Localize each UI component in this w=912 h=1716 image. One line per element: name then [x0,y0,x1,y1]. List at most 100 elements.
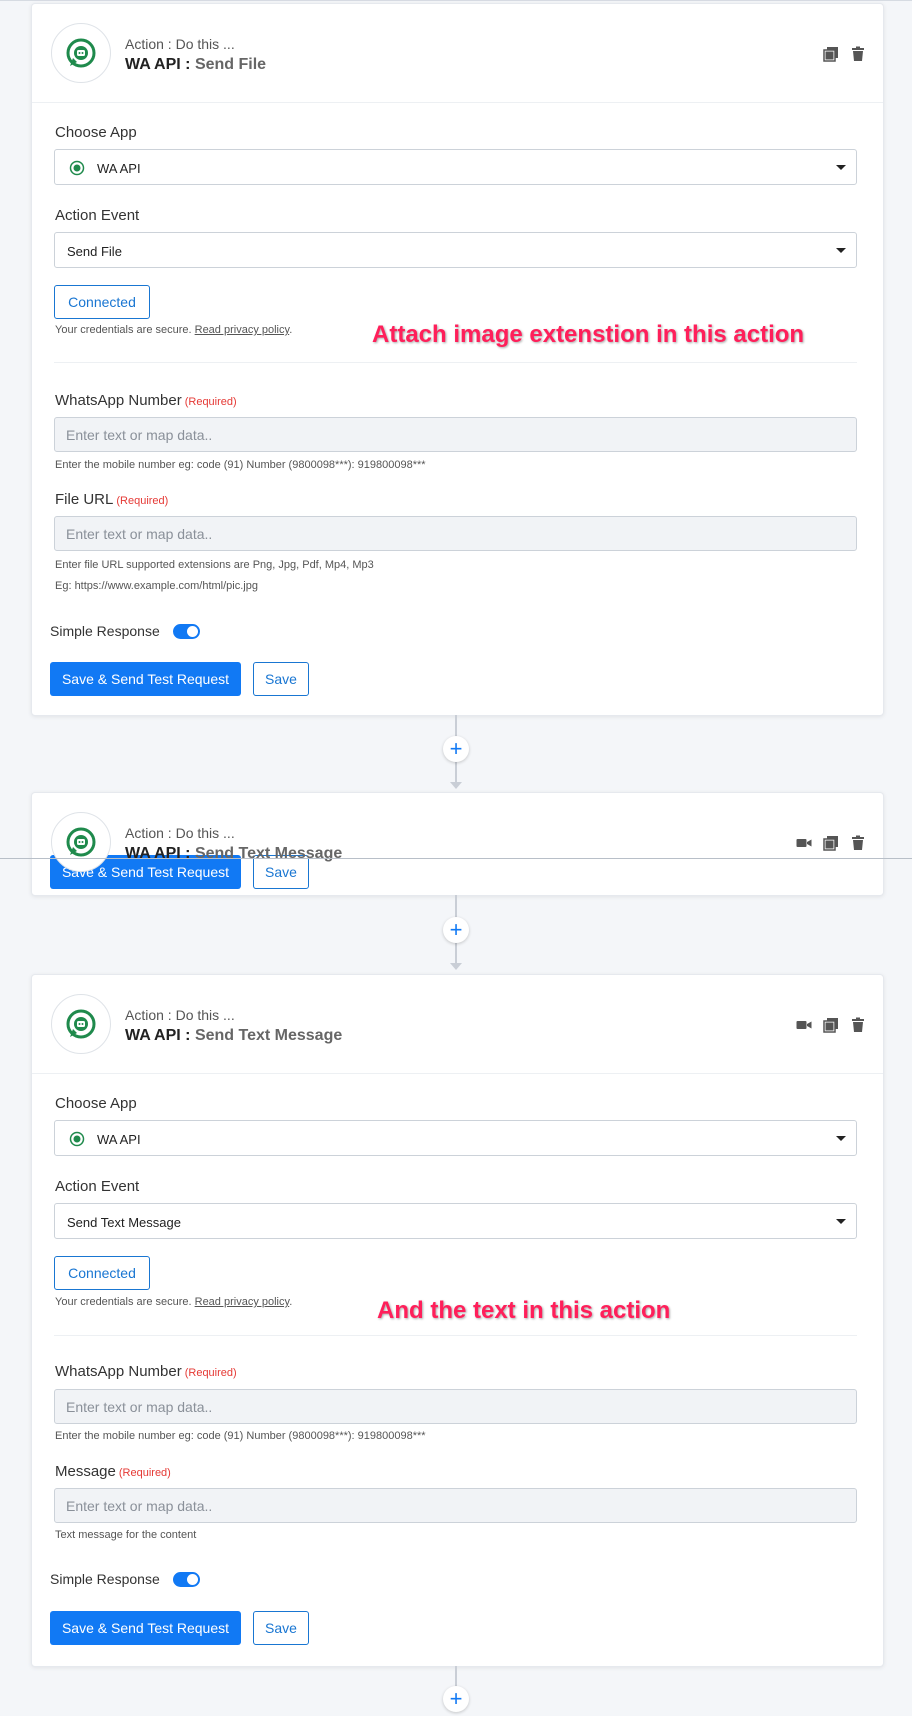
card-title: WA API : Send Text Message [125,1027,342,1045]
video-icon[interactable] [796,1017,812,1033]
message-label: Message (Required) [55,1463,171,1480]
whatsapp-number-input[interactable]: Enter text or map data.. [54,1389,857,1424]
whatsapp-bot-icon [51,812,111,872]
trash-icon[interactable] [850,46,866,62]
whatsapp-number-help: Enter the mobile number eg: code (91) Nu… [55,1430,426,1442]
whatsapp-mini-icon [69,160,85,176]
secure-note: Your credentials are secure. Read privac… [55,324,292,336]
file-url-label: File URL (Required) [55,491,168,508]
simple-response-toggle[interactable] [173,1572,200,1587]
required-tag: (Required) [116,495,169,507]
choose-app-label: Choose App [55,1095,137,1112]
action-event-select[interactable]: Send Text Message [54,1203,857,1239]
secure-text: Your credentials are secure. [55,1296,192,1308]
file-url-help: Enter file URL supported extensions are … [55,559,374,571]
annotation-image-extension: Attach image extenstion in this action [372,321,805,348]
action-event-value: Send Text Message [67,1215,181,1230]
card-actions [796,1017,866,1033]
arrow-down-icon [450,963,462,970]
copy-icon[interactable] [823,46,839,62]
event-name: Send Text Message [194,845,343,862]
whatsapp-number-input[interactable]: Enter text or map data.. [54,417,857,452]
card-header[interactable]: Action : Do this ... WA API : Send Text … [32,793,883,891]
choose-app-select[interactable]: WA API [54,1120,857,1156]
card-title: WA API : Send File [125,56,266,74]
event-name: Send File [194,56,267,73]
message-label-text: Message [55,1463,116,1480]
file-url-label-text: File URL [55,491,114,508]
message-placeholder: Enter text or map data.. [66,1498,213,1514]
action-card-send-text-collapsed: Save & Send Test Request Save Action : D… [31,792,884,896]
add-step-button[interactable]: + [443,917,469,943]
action-event-select[interactable]: Send File [54,232,857,268]
secure-text: Your credentials are secure. [55,324,192,336]
whatsapp-number-label-text: WhatsApp Number [55,392,182,409]
action-event-label: Action Event [55,207,140,224]
choose-app-value: WA API [97,1132,141,1147]
copy-icon[interactable] [823,835,839,851]
card-subtitle: Action : Do this ... [125,36,235,52]
chevron-down-icon [836,165,846,170]
card-header[interactable]: Action : Do this ... WA API : Send Text … [32,975,883,1074]
save-send-test-button[interactable]: Save & Send Test Request [50,1611,241,1645]
app-name: WA API : [125,845,191,862]
choose-app-value: WA API [97,161,141,176]
save-button[interactable]: Save [253,1611,309,1645]
whatsapp-number-help: Enter the mobile number eg: code (91) Nu… [55,459,426,471]
file-url-example: Eg: https://www.example.com/html/pic.jpg [55,580,258,592]
card-header[interactable]: Action : Do this ... WA API : Send File [32,4,883,103]
choose-app-label: Choose App [55,124,137,141]
connected-button[interactable]: Connected [54,285,150,319]
save-send-test-button[interactable]: Save & Send Test Request [50,662,241,696]
privacy-policy-link[interactable]: Read privacy policy [195,324,290,336]
card-subtitle: Action : Do this ... [125,825,235,841]
trash-icon[interactable] [850,835,866,851]
app-name: WA API : [125,1027,191,1044]
whatsapp-number-placeholder: Enter text or map data.. [66,427,213,443]
video-icon[interactable] [796,835,812,851]
choose-app-select[interactable]: WA API [54,149,857,185]
event-name: Send Text Message [194,1027,343,1044]
top-border [0,0,912,1]
whatsapp-mini-icon [69,1131,85,1147]
card-subtitle: Action : Do this ... [125,1007,235,1023]
secure-note-dot: . [289,324,293,336]
save-button[interactable]: Save [253,662,309,696]
privacy-policy-link[interactable]: Read privacy policy [195,1296,290,1308]
file-url-input[interactable]: Enter text or map data.. [54,516,857,551]
whatsapp-bot-icon [51,994,111,1054]
whatsapp-number-label: WhatsApp Number (Required) [55,392,237,409]
chevron-down-icon [836,1219,846,1224]
message-help: Text message for the content [55,1529,197,1541]
card-actions [796,835,866,851]
file-url-placeholder: Enter text or map data.. [66,526,213,542]
required-tag: (Required) [184,396,237,408]
whatsapp-number-label: WhatsApp Number (Required) [55,1363,237,1380]
required-tag: (Required) [118,1467,171,1479]
card-title: WA API : Send Text Message [125,845,342,863]
annotation-text-action: And the text in this action [377,1297,671,1324]
chevron-down-icon [836,248,846,253]
simple-response-label: Simple Response [50,623,160,639]
secure-note-dot: . [289,1296,293,1308]
card-actions [823,46,866,62]
simple-response-toggle[interactable] [173,624,200,639]
connected-button[interactable]: Connected [54,1256,150,1290]
divider [54,1335,857,1336]
arrow-down-icon [450,782,462,789]
action-event-value: Send File [67,244,122,259]
scroll-artifact-line [0,858,912,859]
add-step-button[interactable]: + [443,736,469,762]
chevron-down-icon [836,1136,846,1141]
whatsapp-bot-icon [51,23,111,83]
app-name: WA API : [125,56,191,73]
divider [54,362,857,363]
message-input[interactable]: Enter text or map data.. [54,1488,857,1523]
trash-icon[interactable] [850,1017,866,1033]
whatsapp-number-placeholder: Enter text or map data.. [66,1399,213,1415]
action-event-label: Action Event [55,1178,140,1195]
required-tag: (Required) [184,1367,237,1379]
copy-icon[interactable] [823,1017,839,1033]
add-step-button[interactable]: + [443,1686,469,1712]
whatsapp-number-label-text: WhatsApp Number [55,1363,182,1380]
